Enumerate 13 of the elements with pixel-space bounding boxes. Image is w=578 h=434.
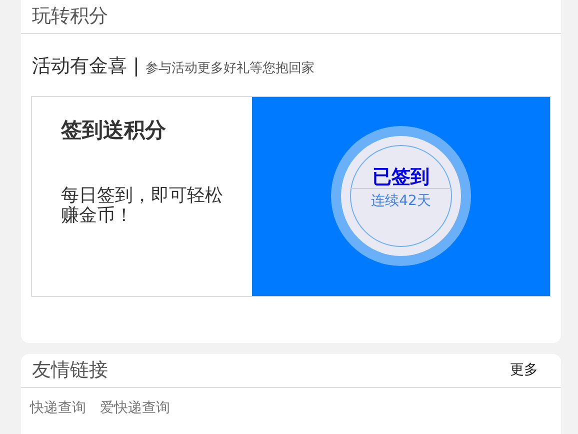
activity-title: 活动有金喜 <box>32 54 127 79</box>
signin-status: 已签到 <box>351 166 451 190</box>
signin-badge[interactable]: 已签到 连续42天 <box>331 126 471 266</box>
signin-description: 每日签到，即可轻松赚金币！ <box>61 186 224 226</box>
activity-subtitle: 参与活动更多好礼等您抱回家 <box>145 60 314 78</box>
separator: | <box>133 54 140 79</box>
more-link[interactable]: 更多 <box>510 360 538 381</box>
streak-count: 连续42天 <box>371 192 431 212</box>
section-title: 友情链接 <box>32 358 108 384</box>
section-title: 玩转积分 <box>32 4 108 30</box>
friend-link[interactable]: 爱快递查询 <box>100 398 170 419</box>
signin-title: 签到送积分 <box>61 116 167 144</box>
friend-link[interactable]: 快递查询 <box>30 398 86 419</box>
